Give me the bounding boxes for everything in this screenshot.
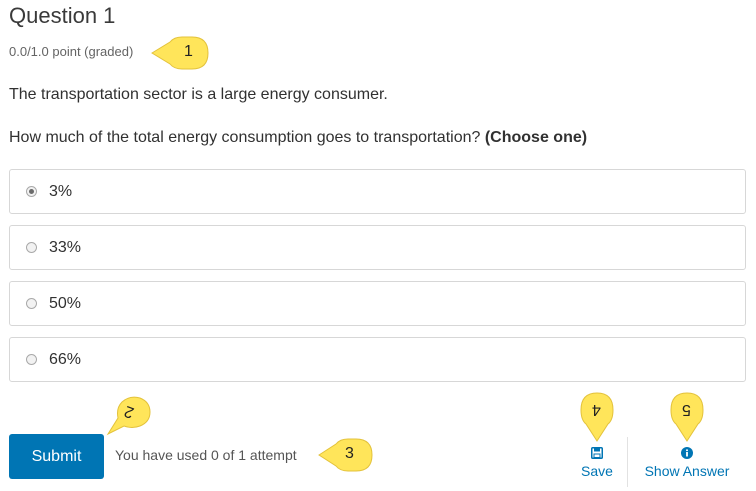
choice-label: 66%: [49, 350, 82, 368]
callout-marker-1: 1: [148, 33, 212, 73]
question-statement: The transportation sector is a large ene…: [9, 86, 388, 103]
radio-button[interactable]: [26, 354, 37, 365]
show-answer-button[interactable]: Show Answer: [637, 446, 737, 479]
save-label: Save: [581, 463, 613, 479]
question-prompt-emphasis: (Choose one): [484, 129, 588, 146]
choice-list: 3% 33% 50% 66%: [9, 169, 746, 393]
points-label: 0.0/1.0 point (graded): [9, 44, 134, 59]
action-divider: [627, 437, 628, 487]
choice-label: 50%: [49, 294, 82, 312]
callout-number: 1: [184, 43, 193, 60]
submit-button[interactable]: Submit: [9, 434, 104, 479]
radio-button[interactable]: [26, 242, 37, 253]
choice-option[interactable]: 50%: [9, 281, 746, 326]
callout-marker-2: 2: [104, 392, 154, 438]
callout-number: 4: [592, 401, 601, 418]
question-prompt: How much of the total energy consumption…: [9, 129, 587, 147]
radio-button[interactable]: [26, 298, 37, 309]
problem-page: Question 1 0.0/1.0 point (graded) The tr…: [0, 0, 756, 491]
choice-option[interactable]: 33%: [9, 225, 746, 270]
callout-marker-3: 3: [316, 436, 376, 474]
save-button[interactable]: Save: [577, 446, 617, 479]
callout-marker-4: 4: [578, 388, 616, 444]
callout-marker-5: 5: [668, 388, 706, 444]
choice-label: 33%: [49, 238, 82, 256]
choice-option[interactable]: 66%: [9, 337, 746, 382]
show-answer-label: Show Answer: [644, 463, 730, 479]
callout-number: 5: [682, 401, 691, 418]
callout-number: 3: [345, 445, 354, 462]
choice-label: 3%: [49, 182, 73, 200]
attempts-text: You have used 0 of 1 attempt: [115, 447, 297, 463]
choice-option[interactable]: 3%: [9, 169, 746, 214]
radio-selected-dot: [29, 189, 34, 194]
radio-button[interactable]: [26, 186, 37, 197]
question-prompt-text: How much of the total energy consumption…: [9, 129, 481, 146]
save-icon: [577, 446, 617, 460]
info-icon: [637, 446, 737, 460]
question-title: Question 1: [9, 3, 116, 28]
